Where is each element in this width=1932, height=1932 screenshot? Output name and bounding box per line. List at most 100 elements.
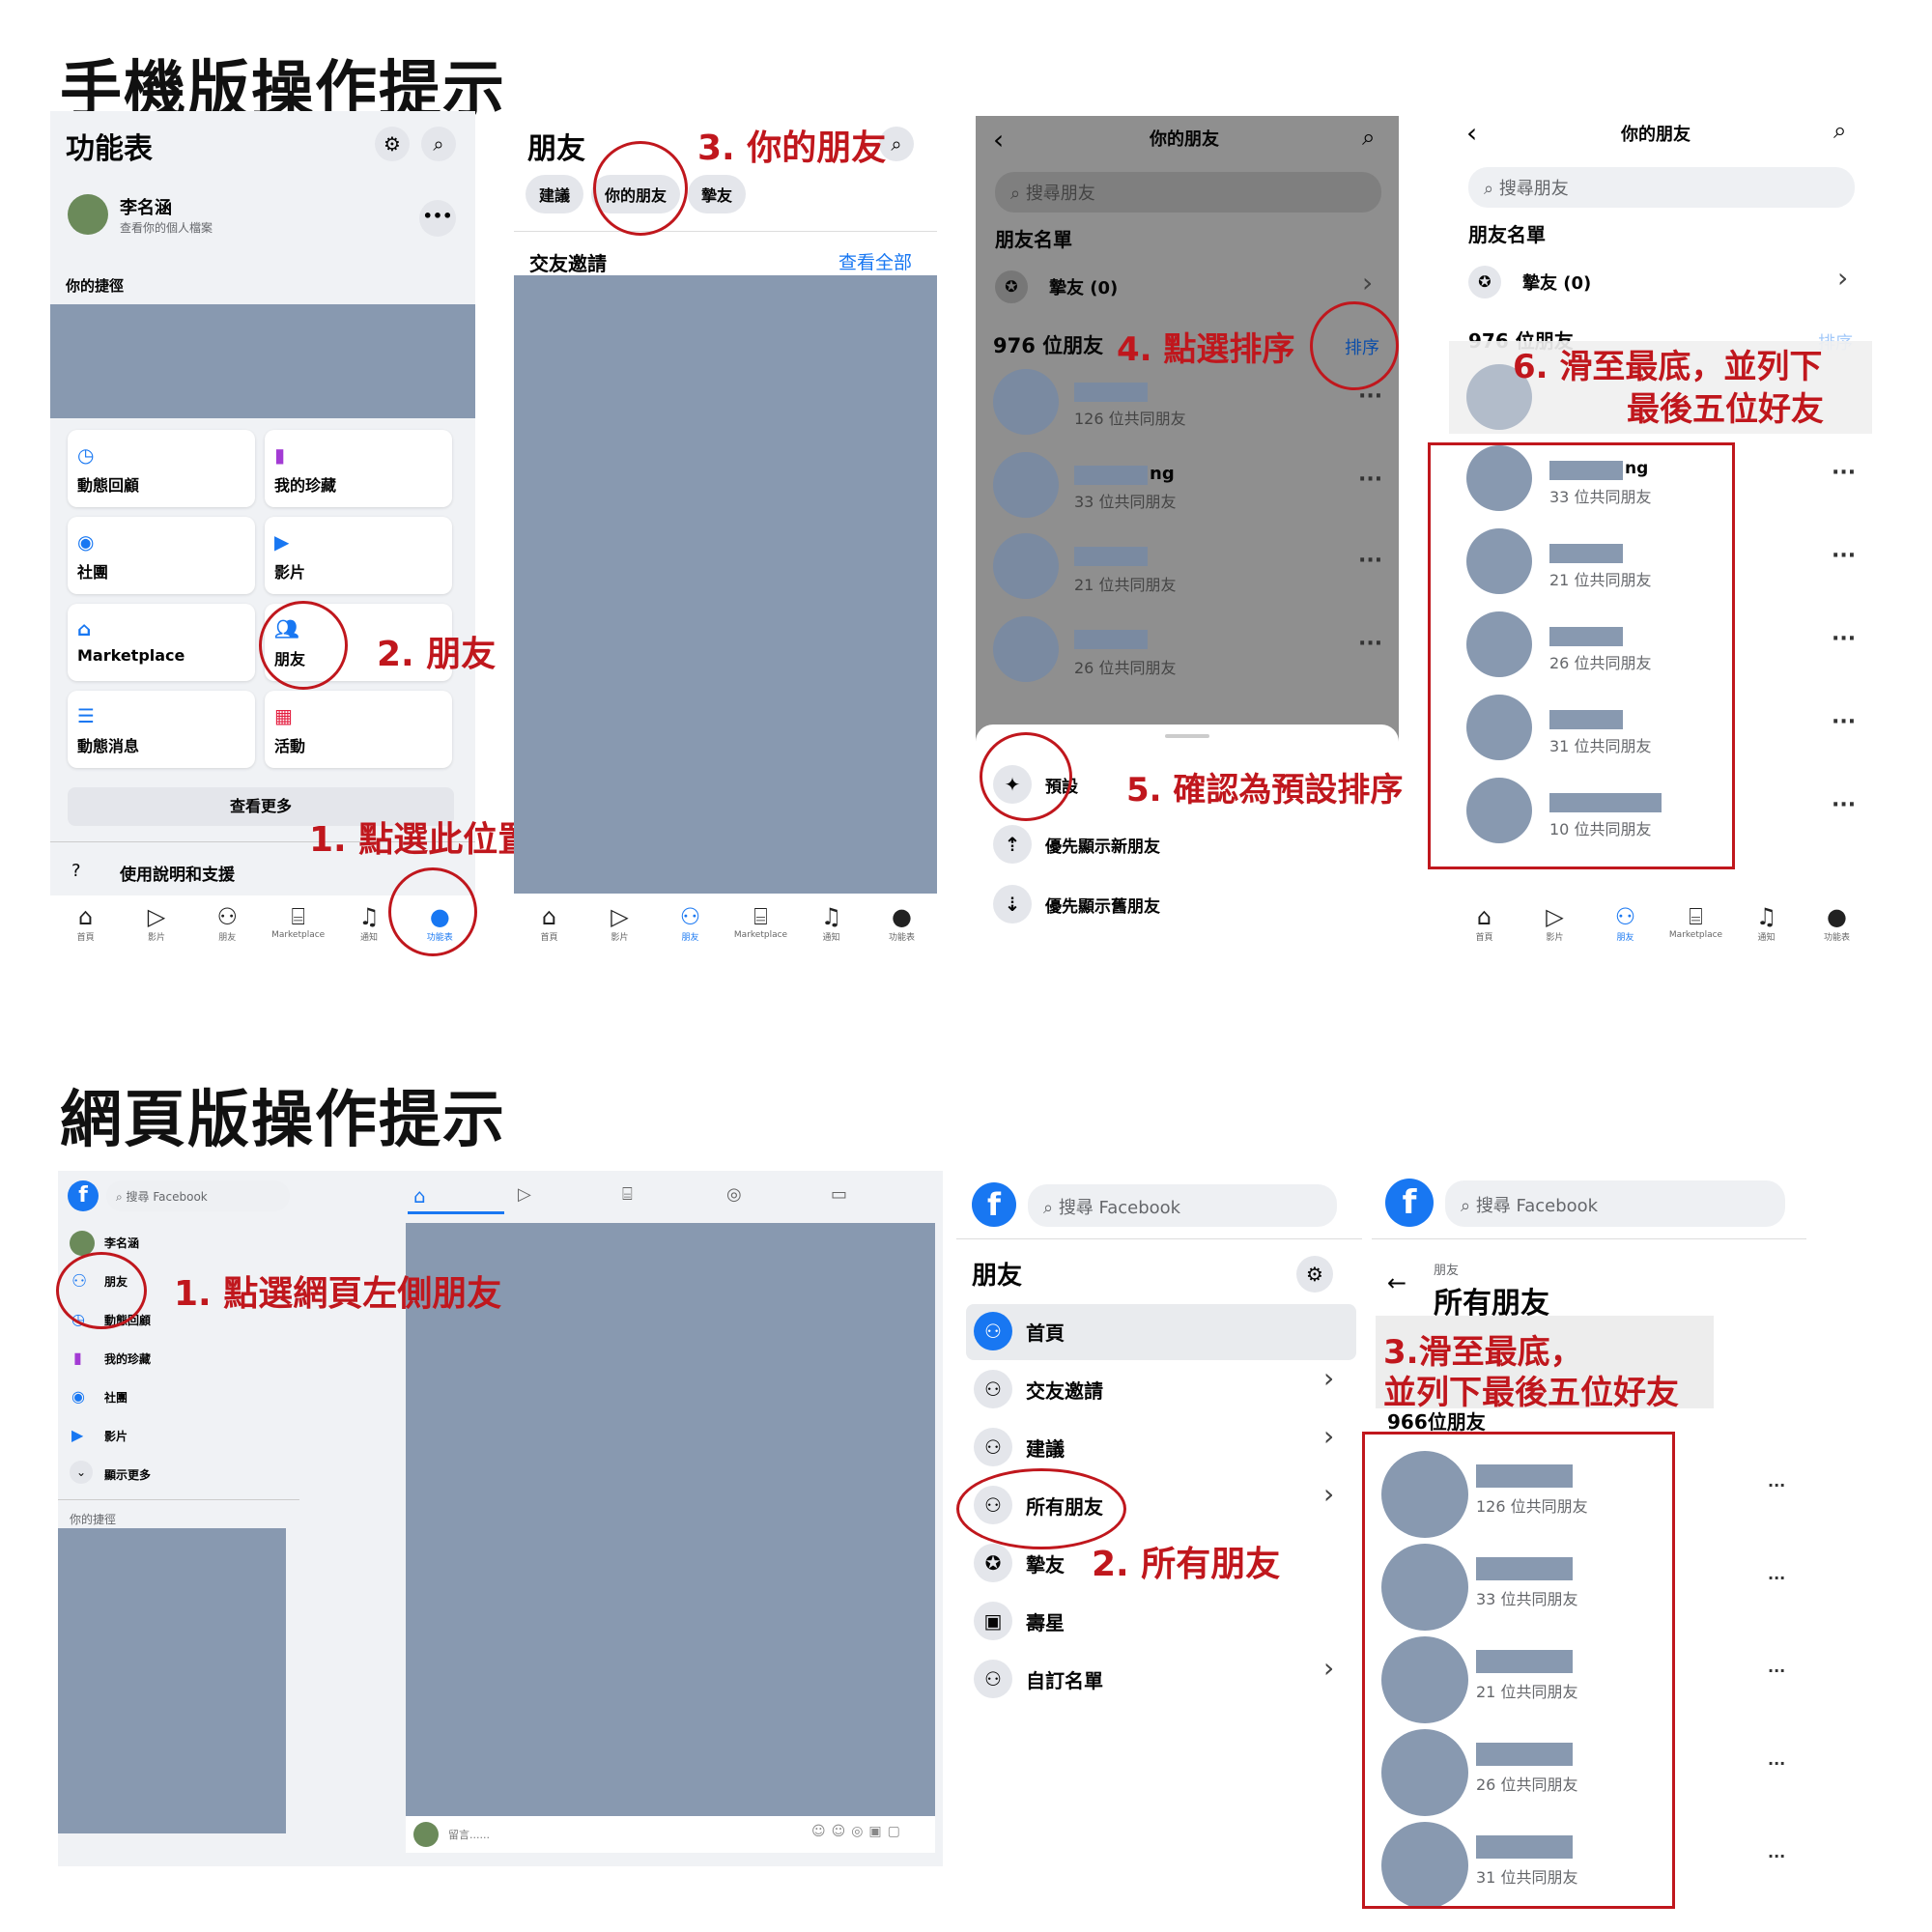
friend-avatar[interactable]: [993, 369, 1059, 435]
nav-birthdays[interactable]: ▣ 壽星: [974, 1602, 1065, 1640]
video-icon[interactable]: ▷: [518, 1184, 531, 1205]
calendar-icon: ▦: [274, 704, 293, 727]
menu-card-feeds[interactable]: ☰ 動態消息: [68, 691, 255, 768]
more-icon[interactable]: ···: [1832, 627, 1856, 651]
tab-video[interactable]: ▷ 影片: [1526, 903, 1584, 943]
groups-icon[interactable]: ◎: [726, 1184, 742, 1205]
more-icon[interactable]: ···: [1358, 632, 1382, 656]
menu-card-saved[interactable]: ▮ 我的珍藏: [265, 430, 452, 507]
web-search-input[interactable]: ⌕ 搜尋 Facebook: [1028, 1184, 1337, 1227]
search-friends-input[interactable]: ⌕ 搜尋朋友: [1468, 167, 1855, 208]
more-icon[interactable]: ···: [1768, 1847, 1785, 1865]
close-friends-row[interactable]: 摯友 (0): [1049, 274, 1118, 299]
back-icon[interactable]: ‹: [993, 124, 1004, 156]
comment-input[interactable]: 留言......: [448, 1827, 490, 1842]
tab-video[interactable]: ▷ 影片: [128, 903, 185, 943]
left-item-show-more[interactable]: 顯示更多: [104, 1466, 151, 1483]
avatar: [413, 1822, 439, 1847]
menu-card-memories[interactable]: ◷ 動態回顧: [68, 430, 255, 507]
left-item-video[interactable]: 影片: [104, 1428, 128, 1444]
nav-suggestions[interactable]: ⚇ 建議: [974, 1428, 1065, 1466]
breadcrumb[interactable]: 朋友: [1434, 1260, 1459, 1278]
sort-down-icon: ⇣: [993, 885, 1032, 923]
mutual-count: 126 位共同朋友: [1074, 410, 1186, 428]
tab-marketplace[interactable]: ⌸ Marketplace: [1667, 903, 1725, 940]
redacted-shortcuts: [50, 304, 475, 418]
more-icon[interactable]: ···: [1832, 544, 1856, 568]
more-icon[interactable]: ···: [1358, 549, 1382, 573]
search-icon[interactable]: ⌕: [1362, 124, 1375, 151]
gear-icon[interactable]: ⚙: [375, 127, 410, 161]
search-friends-input[interactable]: ⌕ 搜尋朋友: [995, 172, 1381, 213]
tab-menu[interactable]: ● 功能表: [873, 903, 931, 943]
nav-close-friends[interactable]: ✪ 摯友: [974, 1544, 1065, 1582]
facebook-logo[interactable]: f: [972, 1182, 1016, 1227]
menu-card-events[interactable]: ▦ 活動: [265, 691, 452, 768]
shortcuts-label: 你的捷徑: [70, 1513, 117, 1526]
facebook-logo[interactable]: f: [68, 1180, 99, 1211]
chevron-down-icon[interactable]: ⌄: [70, 1461, 93, 1484]
search-icon[interactable]: ⌕: [421, 127, 456, 161]
pill-suggestions[interactable]: 建議: [526, 175, 584, 213]
sort-option-oldest[interactable]: ⇣ 優先顯示舊朋友: [993, 885, 1160, 923]
tab-menu[interactable]: ● 功能表: [1808, 903, 1866, 943]
gear-icon[interactable]: ⚙: [1296, 1256, 1333, 1293]
tab-home[interactable]: ⌂ 首頁: [521, 903, 579, 943]
sheet-handle[interactable]: [1165, 734, 1209, 738]
nav-custom-lists[interactable]: ⚇ 自訂名單: [974, 1660, 1103, 1698]
menu-card-groups[interactable]: ◉ 社團: [68, 517, 255, 594]
tab-notifications[interactable]: ♫ 通知: [1738, 903, 1796, 943]
tab-marketplace[interactable]: ⌸ Marketplace: [270, 903, 327, 940]
shop-icon[interactable]: ⌸: [622, 1184, 633, 1205]
nav-home[interactable]: ⚇ 首頁: [974, 1312, 1065, 1350]
pill-close-friends[interactable]: 摯友: [688, 175, 747, 213]
tab-home[interactable]: ⌂ 首頁: [57, 903, 115, 943]
web-search-input[interactable]: ⌕ 搜尋 Facebook: [1445, 1180, 1785, 1227]
search-icon[interactable]: ⌕: [1833, 117, 1846, 144]
more-icon[interactable]: ···: [1768, 1662, 1785, 1680]
more-icon[interactable]: ···: [1358, 468, 1382, 492]
nav-requests[interactable]: ⚇ 交友邀請: [974, 1370, 1103, 1408]
facebook-logo[interactable]: f: [1385, 1179, 1434, 1227]
video-icon: ▷: [1546, 903, 1564, 930]
web-search-input[interactable]: ⌕ 搜尋 Facebook: [106, 1180, 290, 1211]
tab-home[interactable]: ⌂ 首頁: [1456, 903, 1514, 943]
left-item-saved[interactable]: 我的珍藏: [104, 1350, 151, 1367]
redacted-name: [1074, 630, 1148, 649]
profile-name[interactable]: 李名涵: [120, 194, 172, 219]
more-icon[interactable]: ···: [1832, 793, 1856, 817]
tab-friends[interactable]: ⚇ 朋友: [1597, 903, 1655, 943]
tab-friends[interactable]: ⚇ 朋友: [198, 903, 256, 943]
more-icon[interactable]: •••: [419, 200, 456, 237]
menu-card-video[interactable]: ▶ 影片: [265, 517, 452, 594]
redacted-requests: [514, 275, 937, 894]
close-friends-row[interactable]: 摯友 (0): [1522, 270, 1591, 295]
redacted-shortcuts: [58, 1528, 286, 1833]
home-icon[interactable]: ⌂: [413, 1184, 426, 1208]
more-icon[interactable]: ···: [1832, 710, 1856, 734]
emoji-icons[interactable]: ☺☺◎▣▢: [811, 1824, 906, 1839]
groups-icon: ◉: [71, 1387, 85, 1406]
friend-avatar[interactable]: [993, 616, 1059, 682]
back-arrow-icon[interactable]: ←: [1387, 1269, 1406, 1296]
more-icon[interactable]: ···: [1832, 461, 1856, 485]
friend-avatar[interactable]: [993, 452, 1059, 518]
help-label[interactable]: 使用說明和支援: [120, 861, 235, 885]
tab-notifications[interactable]: ♫ 通知: [803, 903, 861, 943]
tab-marketplace[interactable]: ⌸ Marketplace: [732, 903, 790, 940]
more-icon[interactable]: ···: [1768, 1476, 1785, 1494]
tab-bar: ⌂ 首頁 ▷ 影片 ⚇ 朋友 ⌸ Marketplace ♫ 通知 ● 功能表: [514, 895, 937, 952]
left-item-groups[interactable]: 社團: [104, 1389, 128, 1406]
menu-card-marketplace[interactable]: ⌂ Marketplace: [68, 604, 255, 681]
back-icon[interactable]: ‹: [1466, 117, 1477, 149]
avatar[interactable]: [68, 194, 108, 235]
friend-avatar[interactable]: [993, 533, 1059, 599]
left-item-profile[interactable]: 李名涵: [104, 1235, 139, 1251]
tab-video[interactable]: ▷ 影片: [591, 903, 649, 943]
more-icon[interactable]: ···: [1768, 1754, 1785, 1773]
sort-option-newest[interactable]: ⇡ 優先顯示新朋友: [993, 825, 1160, 864]
tab-friends[interactable]: ⚇ 朋友: [662, 903, 720, 943]
more-icon[interactable]: ···: [1768, 1569, 1785, 1587]
see-all-link[interactable]: 查看全部: [838, 248, 912, 274]
gaming-icon[interactable]: ▭: [831, 1184, 847, 1205]
